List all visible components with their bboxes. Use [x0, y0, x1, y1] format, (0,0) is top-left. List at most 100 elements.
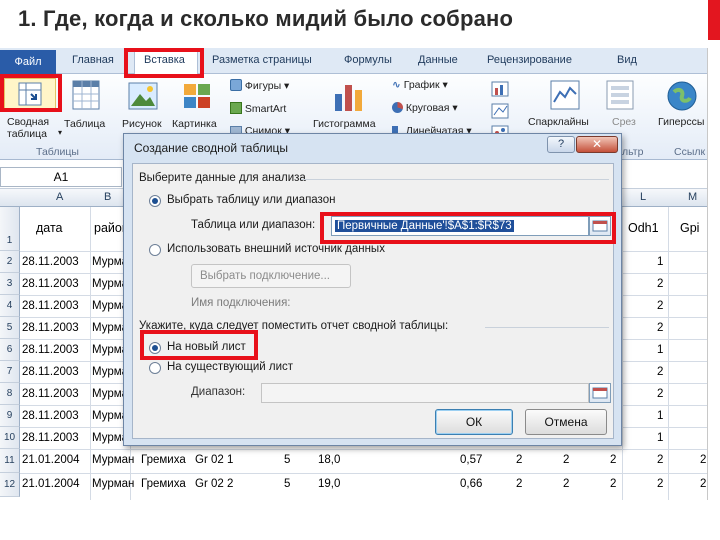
range-input[interactable]: Первичные Данные'!$A$1:$R$73 — [331, 216, 589, 236]
table-cell[interactable]: 28.11.2003 — [22, 388, 79, 400]
picture-icon[interactable] — [128, 82, 158, 110]
pie-chart-button[interactable]: Круговая ▾ — [392, 102, 458, 114]
name-box[interactable]: A1 — [0, 167, 122, 187]
table-cell[interactable]: 2 — [610, 478, 616, 490]
column-header-b[interactable]: B — [104, 191, 111, 203]
row-header[interactable]: 10 — [0, 427, 20, 449]
table-cell[interactable]: 2 — [657, 366, 663, 378]
table-cell[interactable]: 2 — [657, 278, 663, 290]
table-cell[interactable]: 28.11.2003 — [22, 256, 79, 268]
table-cell[interactable]: 18,0 — [318, 454, 340, 466]
row-header[interactable]: 3 — [0, 273, 20, 295]
table-cell[interactable]: 0,57 — [460, 454, 482, 466]
row-header[interactable]: 8 — [0, 383, 20, 405]
help-button[interactable]: ? — [547, 136, 575, 153]
tab-file[interactable]: Файл — [0, 50, 56, 74]
table-cell[interactable]: 0,66 — [460, 478, 482, 490]
tab-formulas[interactable]: Формулы — [344, 54, 392, 66]
table-cell[interactable]: Гремиха — [141, 454, 186, 466]
slicer-icon[interactable] — [606, 80, 634, 110]
table-cell[interactable]: 2 — [700, 454, 706, 466]
table-cell[interactable]: 1 — [657, 344, 663, 356]
table-cell[interactable]: 2 — [563, 454, 569, 466]
row-header[interactable]: 12 — [0, 473, 20, 497]
table-cell[interactable]: 2 — [657, 454, 663, 466]
histogram-icon[interactable] — [332, 80, 366, 112]
tab-view[interactable]: Вид — [617, 54, 637, 66]
table-cell[interactable]: Gr 02 1 — [195, 454, 233, 466]
close-button[interactable]: ✕ — [576, 136, 618, 153]
table-cell[interactable]: 28.11.2003 — [22, 300, 79, 312]
line-chart-button[interactable]: ∿ График ▾ — [392, 79, 448, 91]
radio-external-source[interactable] — [149, 244, 161, 256]
table-cell[interactable]: 2 — [657, 478, 663, 490]
smartart-icon — [230, 102, 242, 114]
table-cell[interactable]: 2 — [516, 454, 522, 466]
table-cell[interactable]: Мурман — [92, 454, 134, 466]
sparklines-icon[interactable] — [550, 80, 580, 110]
radio-new-sheet[interactable] — [149, 342, 161, 354]
range-picker-button[interactable] — [589, 216, 611, 236]
globe-icon[interactable] — [666, 80, 698, 112]
tab-home[interactable]: Главная — [72, 54, 114, 66]
tab-page-layout[interactable]: Разметка страницы — [212, 54, 312, 66]
table-cell[interactable]: 2 — [610, 454, 616, 466]
table-icon[interactable] — [72, 80, 100, 110]
table-cell[interactable]: 2 — [563, 478, 569, 490]
tab-review[interactable]: Рецензирование — [487, 54, 572, 66]
table-cell[interactable]: 1 — [657, 432, 663, 444]
clipart-icon[interactable] — [182, 82, 212, 110]
table-cell[interactable]: 19,0 — [318, 478, 340, 490]
table-cell[interactable]: Gr 02 2 — [195, 478, 233, 490]
table-cell[interactable]: Мурман — [92, 478, 134, 490]
table-cell[interactable]: 28.11.2003 — [22, 278, 79, 290]
smartart-button[interactable]: SmartArt — [230, 102, 286, 115]
cancel-button[interactable]: Отмена — [525, 409, 607, 435]
table-cell[interactable]: 21.01.2004 — [22, 454, 80, 466]
row-header[interactable]: 7 — [0, 361, 20, 383]
table-cell[interactable]: 5 — [284, 478, 290, 490]
chevron-down-icon[interactable]: ▾ — [58, 128, 62, 137]
ok-button[interactable]: ОК — [435, 409, 513, 435]
radio-new-sheet-label: На новый лист — [167, 341, 246, 353]
location-input[interactable] — [261, 383, 589, 403]
table-cell[interactable]: 5 — [284, 454, 290, 466]
table-cell[interactable]: 2 — [657, 388, 663, 400]
table-cell[interactable]: 2 — [516, 478, 522, 490]
row-header-1[interactable]: 1 — [0, 207, 20, 251]
table-cell[interactable]: Гремиха — [141, 478, 186, 490]
create-pivot-dialog: Создание сводной таблицы ? ✕ Выберите да… — [123, 133, 622, 446]
header-cell-date[interactable]: дата — [36, 221, 63, 235]
table-cell[interactable]: 2 — [700, 478, 706, 490]
row-header[interactable]: 4 — [0, 295, 20, 317]
row-header[interactable]: 6 — [0, 339, 20, 361]
table-cell[interactable]: 1 — [657, 256, 663, 268]
table-cell[interactable]: 28.11.2003 — [22, 366, 79, 378]
tab-insert[interactable]: Вставка — [144, 54, 185, 66]
radio-existing-sheet[interactable] — [149, 362, 161, 374]
header-cell-odh1[interactable]: Odh1 — [628, 221, 659, 235]
table-cell[interactable]: 1 — [657, 410, 663, 422]
shapes-button[interactable]: Фигуры ▾ — [230, 79, 289, 92]
table-cell[interactable]: 2 — [657, 322, 663, 334]
table-cell[interactable]: 2 — [657, 300, 663, 312]
table-cell[interactable]: 28.11.2003 — [22, 432, 79, 444]
tab-data[interactable]: Данные — [418, 54, 458, 66]
table-cell[interactable]: 21.01.2004 — [22, 478, 80, 490]
column-header-m[interactable]: M — [688, 191, 697, 203]
header-cell-gpi[interactable]: Gpi — [680, 221, 699, 235]
pivot-table-button[interactable] — [4, 78, 56, 112]
table-cell[interactable]: 28.11.2003 — [22, 344, 79, 356]
table-cell[interactable]: 28.11.2003 — [22, 410, 79, 422]
row-header[interactable]: 5 — [0, 317, 20, 339]
row-header[interactable]: 9 — [0, 405, 20, 427]
table-cell[interactable]: 28.11.2003 — [22, 322, 79, 334]
column-header-l[interactable]: L — [640, 191, 646, 203]
choose-connection-button[interactable]: Выбрать подключение... — [191, 264, 351, 288]
location-picker-button[interactable] — [589, 383, 611, 403]
radio-select-range[interactable] — [149, 195, 161, 207]
row-header[interactable]: 2 — [0, 251, 20, 273]
column-header-a[interactable]: A — [56, 191, 63, 203]
row-header[interactable]: 11 — [0, 449, 20, 473]
radio-existing-sheet-label: На существующий лист — [167, 361, 294, 373]
